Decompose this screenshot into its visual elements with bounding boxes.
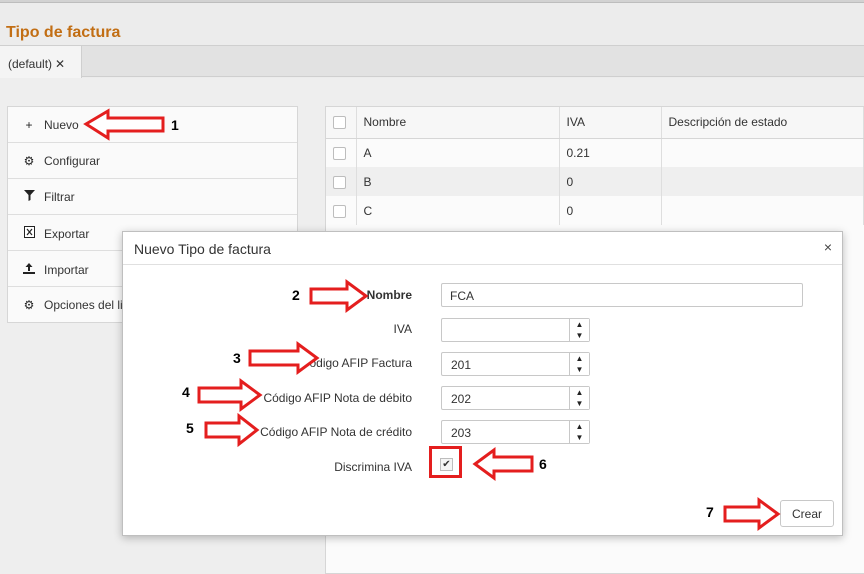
- cell-nombre: A: [356, 138, 560, 167]
- column-header-nombre[interactable]: Nombre: [356, 107, 560, 139]
- tab-default[interactable]: (default) ✕: [0, 45, 82, 78]
- new-invoice-type-dialog: Nuevo Tipo de factura × Nombre FCA IVA ▲…: [122, 231, 843, 536]
- annotation-number-6: 6: [539, 456, 547, 472]
- tab-close-icon[interactable]: ✕: [55, 57, 65, 71]
- nombre-input[interactable]: FCA: [441, 283, 803, 307]
- sidebar-item-filtrar[interactable]: Filtrar: [8, 179, 297, 215]
- annotation-arrow-7: [723, 497, 781, 531]
- factura-value: 201: [451, 358, 472, 372]
- step-up-icon: ▲: [575, 422, 584, 431]
- step-up-icon: ▲: [575, 354, 584, 363]
- gear-icon: ⚙: [23, 154, 35, 168]
- cell-iva: 0: [559, 167, 662, 196]
- sidebar-item-label: Exportar: [44, 227, 90, 241]
- debito-stepper[interactable]: ▲ ▼: [569, 387, 589, 409]
- step-down-icon: ▼: [575, 365, 584, 374]
- column-header-estado[interactable]: Descripción de estado: [661, 107, 864, 139]
- top-strip: [0, 0, 864, 3]
- annotation-number-5: 5: [186, 420, 194, 436]
- sidebar-item-label: Filtrar: [44, 190, 75, 204]
- nombre-label: Nombre: [366, 288, 412, 302]
- tab-bar: (default) ✕: [0, 45, 864, 78]
- upload-icon: [22, 262, 36, 277]
- debito-input[interactable]: 202 ▲ ▼: [441, 386, 590, 410]
- page-title: Tipo de factura: [6, 24, 121, 41]
- annotation-number-4: 4: [182, 384, 190, 400]
- factura-stepper[interactable]: ▲ ▼: [569, 353, 589, 375]
- annotation-arrow-2: [309, 279, 369, 313]
- step-up-icon: ▲: [575, 320, 584, 329]
- tab-label: (default): [8, 57, 53, 71]
- cell-estado: [661, 138, 864, 167]
- discrimina-label: Discrimina IVA: [334, 460, 412, 474]
- sidebar-item-label: Opciones del li: [44, 298, 123, 312]
- step-down-icon: ▼: [575, 433, 584, 442]
- column-header-iva[interactable]: IVA: [559, 107, 662, 139]
- table-row[interactable]: C 0: [326, 196, 864, 225]
- check-icon: ✔: [442, 459, 451, 470]
- sidebar-item-label: Configurar: [44, 154, 101, 168]
- cell-nombre: B: [356, 167, 560, 196]
- dialog-header: Nuevo Tipo de factura ×: [123, 232, 842, 265]
- grid-header: Nombre IVA Descripción de estado: [326, 107, 864, 139]
- excel-icon: [22, 226, 36, 241]
- cell-iva: 0: [559, 196, 662, 225]
- row-checkbox[interactable]: [326, 167, 357, 196]
- annotation-number-1: 1: [171, 117, 179, 133]
- sidebar-item-label: Importar: [44, 263, 89, 277]
- debito-value: 202: [451, 392, 472, 406]
- factura-input[interactable]: 201 ▲ ▼: [441, 352, 590, 376]
- annotation-number-2: 2: [292, 287, 300, 303]
- iva-label: IVA: [393, 322, 412, 336]
- dialog-title: Nuevo Tipo de factura: [134, 241, 271, 257]
- close-icon[interactable]: ×: [824, 239, 832, 255]
- annotation-arrow-6: [472, 447, 534, 481]
- step-down-icon: ▼: [575, 399, 584, 408]
- debito-label: Código AFIP Nota de débito: [263, 391, 412, 405]
- step-down-icon: ▼: [575, 331, 584, 340]
- cell-nombre: C: [356, 196, 560, 225]
- table-row[interactable]: A 0.21: [326, 138, 864, 167]
- credito-value: 203: [451, 426, 472, 440]
- annotation-arrow-1: [83, 108, 165, 141]
- iva-stepper[interactable]: ▲ ▼: [569, 319, 589, 341]
- credito-input[interactable]: 203 ▲ ▼: [441, 420, 590, 444]
- discrimina-checkbox[interactable]: ✔: [440, 458, 453, 471]
- annotation-number-7: 7: [706, 504, 714, 520]
- select-all-checkbox[interactable]: [326, 107, 357, 139]
- sidebar-item-label: Nuevo: [44, 118, 79, 132]
- table-row[interactable]: B 0: [326, 167, 864, 196]
- cell-estado: [661, 196, 864, 225]
- filter-icon: [22, 190, 36, 204]
- iva-input[interactable]: ▲ ▼: [441, 318, 590, 342]
- annotation-arrow-4: [197, 378, 263, 412]
- credito-label: Código AFIP Nota de crédito: [260, 425, 412, 439]
- cell-estado: [661, 167, 864, 196]
- crear-button[interactable]: Crear: [780, 500, 834, 527]
- row-checkbox[interactable]: [326, 138, 357, 167]
- annotation-arrow-5: [204, 412, 260, 448]
- annotation-arrow-3: [248, 341, 320, 375]
- credito-stepper[interactable]: ▲ ▼: [569, 421, 589, 443]
- annotation-number-3: 3: [233, 350, 241, 366]
- plus-icon: +: [25, 118, 33, 132]
- cell-iva: 0.21: [559, 138, 662, 167]
- step-up-icon: ▲: [575, 388, 584, 397]
- row-checkbox[interactable]: [326, 196, 357, 225]
- sidebar-item-configurar[interactable]: ⚙ Configurar: [8, 143, 297, 179]
- gear-icon: ⚙: [23, 298, 35, 312]
